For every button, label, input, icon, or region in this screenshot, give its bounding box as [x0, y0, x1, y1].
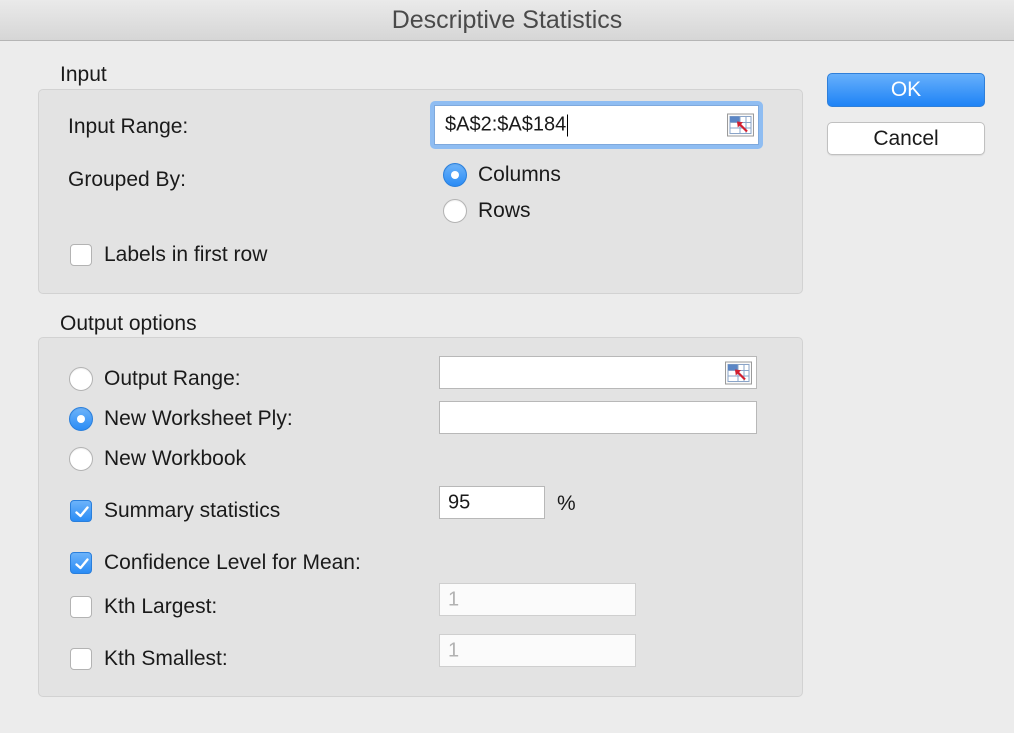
radio-new-worksheet-ply[interactable] [69, 407, 93, 431]
confidence-percent-sign: % [557, 492, 576, 515]
confidence-value-field[interactable]: 95 [439, 486, 545, 519]
radio-new-workbook[interactable] [69, 447, 93, 471]
kth-largest-checkbox[interactable] [70, 596, 92, 618]
window-title: Descriptive Statistics [0, 0, 1014, 41]
summary-statistics-label[interactable]: Summary statistics [104, 499, 280, 523]
radio-rows-label[interactable]: Rows [478, 199, 531, 223]
radio-columns[interactable] [443, 163, 467, 187]
cancel-button[interactable]: Cancel [827, 122, 985, 155]
input-section-label: Input [60, 63, 107, 86]
checkmark-icon [75, 558, 89, 570]
grouped-by-label: Grouped By: [68, 168, 186, 191]
radio-rows[interactable] [443, 199, 467, 223]
output-range-field[interactable] [439, 356, 757, 389]
kth-largest-value: 1 [448, 588, 460, 610]
kth-largest-field[interactable]: 1 [439, 583, 636, 616]
confidence-value: 95 [448, 491, 471, 513]
input-range-field[interactable]: $A$2:$A$184 [434, 105, 759, 145]
input-range-value: $A$2:$A$184 [445, 113, 567, 136]
new-worksheet-ply-field[interactable] [439, 401, 757, 434]
kth-smallest-value: 1 [448, 639, 460, 661]
confidence-level-label[interactable]: Confidence Level for Mean: [104, 551, 361, 575]
kth-smallest-label[interactable]: Kth Smallest: [104, 647, 228, 671]
new-worksheet-ply-label[interactable]: New Worksheet Ply: [104, 407, 293, 431]
labels-first-row-checkbox[interactable] [70, 244, 92, 266]
new-workbook-label[interactable]: New Workbook [104, 447, 246, 471]
range-selector-icon[interactable] [725, 361, 752, 384]
output-section-label: Output options [60, 312, 197, 335]
kth-smallest-checkbox[interactable] [70, 648, 92, 670]
radio-columns-label[interactable]: Columns [478, 163, 561, 187]
labels-first-row-label[interactable]: Labels in first row [104, 243, 267, 267]
range-selector-icon[interactable] [727, 113, 754, 137]
output-range-label[interactable]: Output Range: [104, 367, 241, 391]
ok-button[interactable]: OK [827, 73, 985, 107]
kth-smallest-field[interactable]: 1 [439, 634, 636, 667]
confidence-level-checkbox[interactable] [70, 552, 92, 574]
checkmark-icon [75, 506, 89, 518]
radio-output-range[interactable] [69, 367, 93, 391]
input-range-label: Input Range: [68, 115, 189, 138]
summary-statistics-checkbox[interactable] [70, 500, 92, 522]
kth-largest-label[interactable]: Kth Largest: [104, 595, 217, 619]
